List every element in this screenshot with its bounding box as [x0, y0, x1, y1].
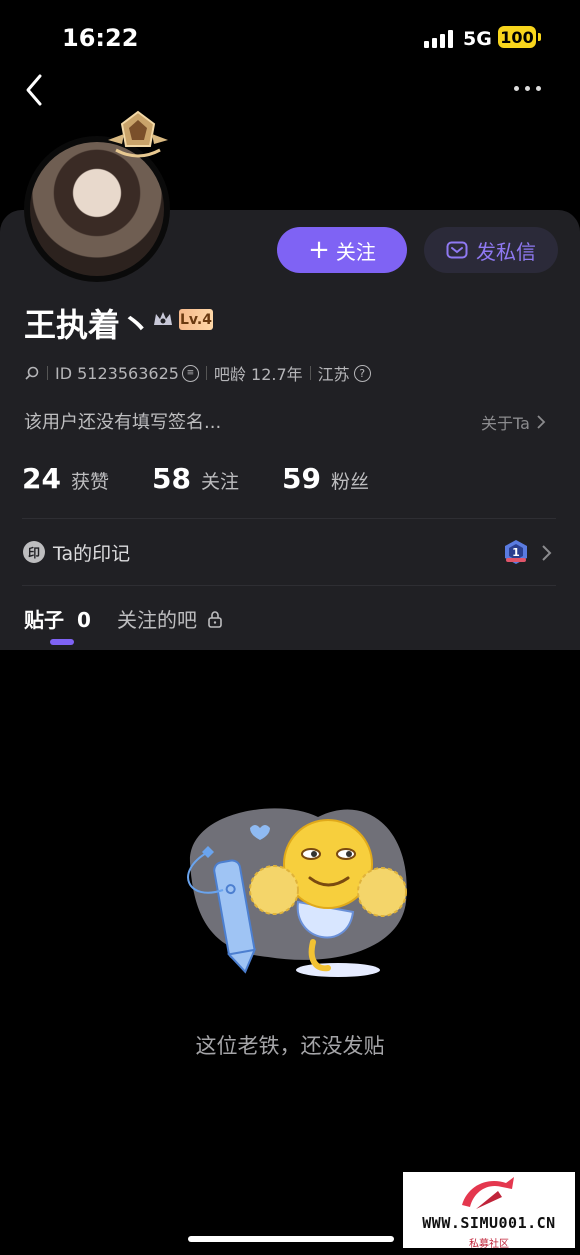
marks-label[interactable]: Ta的印记	[53, 539, 130, 566]
crown-icon	[154, 312, 172, 325]
search-icon	[25, 366, 39, 380]
tab-followed-bars[interactable]: 关注的吧	[117, 604, 223, 633]
stat-fans[interactable]: 59 粉丝	[282, 462, 369, 495]
plus-icon: +	[308, 235, 330, 265]
chevron-right-icon	[537, 415, 546, 429]
level-badge: Lv.4	[179, 309, 213, 330]
lock-icon	[208, 610, 222, 628]
tab-posts[interactable]: 贴子 0	[24, 604, 91, 633]
watermark-logo-icon	[462, 1177, 514, 1209]
stat-following[interactable]: 58 关注	[152, 462, 282, 495]
seal-icon: 印	[23, 541, 45, 563]
battery-tip	[538, 33, 541, 41]
empty-state-illustration	[187, 808, 407, 977]
rank-badge-icon	[108, 110, 168, 158]
medal-number: 1	[512, 546, 520, 559]
about-label: 关于Ta	[481, 414, 530, 433]
more-icon[interactable]	[514, 86, 541, 91]
mail-icon	[446, 241, 468, 259]
user-id: ID 5123563625	[55, 363, 179, 383]
stat-value: 59	[282, 462, 321, 495]
location: 江苏	[317, 365, 350, 384]
stat-value: 58	[152, 462, 191, 495]
divider	[22, 518, 556, 519]
copy-icon[interactable]: ≡	[181, 364, 199, 382]
chevron-right-icon[interactable]	[541, 544, 553, 562]
battery-icon: 100	[498, 26, 536, 48]
signature: 该用户还没有填写签名...	[24, 412, 222, 433]
tab-followed-bars-label: 关注的吧	[117, 608, 197, 632]
empty-state-text: 这位老铁，还没发贴	[195, 1034, 385, 1058]
divider	[22, 585, 556, 586]
signal-icon	[424, 30, 453, 48]
medal-icon[interactable]: 1	[503, 539, 529, 565]
follow-label: 关注	[335, 239, 376, 264]
username: 王执着丶	[24, 306, 153, 344]
profile-meta: ID 5123563625 ≡ 吧龄 12.7年 江苏 ?	[24, 361, 371, 385]
stat-label: 关注	[200, 471, 239, 493]
stat-label: 粉丝	[330, 471, 369, 493]
about-link[interactable]: 关于Ta	[481, 410, 546, 434]
home-indicator[interactable]	[188, 1236, 394, 1242]
message-button[interactable]: 发私信	[424, 227, 558, 273]
stats-row: 24 获赞 58 关注 59 粉丝	[22, 462, 369, 495]
bar-age: 吧龄 12.7年	[213, 365, 303, 384]
tab-indicator	[50, 639, 74, 645]
message-label: 发私信	[476, 239, 536, 264]
watermark-subtext: 私募社区	[469, 1239, 509, 1250]
stat-value: 24	[22, 462, 61, 495]
help-icon[interactable]: ?	[353, 364, 371, 382]
follow-button[interactable]: + 关注	[277, 227, 407, 273]
tab-posts-label: 贴子	[24, 608, 64, 632]
tab-posts-count: 0	[76, 608, 91, 632]
status-time: 16:22	[62, 24, 139, 52]
stat-label: 获赞	[70, 471, 109, 493]
back-icon[interactable]	[22, 70, 52, 110]
stat-likes[interactable]: 24 获赞	[22, 462, 152, 495]
network-label: 5G	[463, 28, 492, 50]
watermark-text: WWW.SIMU001.CN	[422, 1214, 556, 1232]
